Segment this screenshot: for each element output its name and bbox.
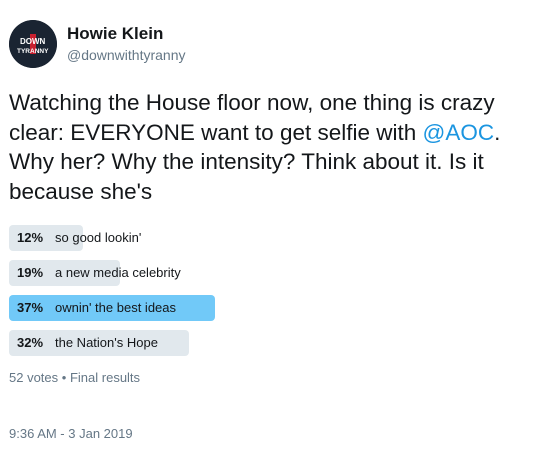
poll-option: 32% the Nation's Hope — [9, 330, 529, 356]
poll-status: Final results — [69, 370, 141, 385]
poll-label: ownin' the best ideas — [55, 300, 177, 315]
tweet: DOWN TYRANNY Howie Klein @downwithtyrann… — [0, 0, 541, 451]
poll-label: a new media celebrity — [55, 265, 181, 280]
poll-percent: 19% — [17, 265, 44, 280]
avatar-text-bottom: TYRANNY — [17, 48, 49, 55]
timestamp[interactable]: 9:36 AM - 3 Jan 2019 — [9, 426, 133, 441]
tweet-text: Watching the House floor now, one thing … — [9, 88, 534, 206]
avatar[interactable]: DOWN TYRANNY — [9, 20, 57, 68]
poll-option-text: 32% the Nation's Hope — [17, 335, 158, 350]
poll-option: 12% so good lookin' — [9, 225, 529, 251]
down-with-tyranny-logo-icon: DOWN TYRANNY — [9, 20, 57, 68]
poll-percent: 12% — [17, 230, 44, 245]
avatar-text-top: DOWN — [20, 37, 46, 46]
poll-option-text: 12% so good lookin' — [17, 230, 141, 245]
poll-label: the Nation's Hope — [55, 335, 158, 350]
poll: 12% so good lookin' 19% a new media celebr… — [9, 225, 529, 365]
poll-percent: 32% — [17, 335, 44, 350]
meta-separator: • — [61, 370, 67, 385]
author-name[interactable]: Howie Klein — [67, 24, 163, 44]
poll-meta: 52 votes • Final results — [9, 370, 140, 385]
poll-option-text: 37% ownin' the best ideas — [17, 300, 176, 315]
author-handle[interactable]: @downwithtyranny — [67, 47, 186, 63]
vote-count: 52 votes — [9, 370, 59, 385]
poll-option-winner: 37% ownin' the best ideas — [9, 295, 529, 321]
poll-label: so good lookin' — [55, 230, 142, 245]
poll-option: 19% a new media celebrity — [9, 260, 529, 286]
poll-option-text: 19% a new media celebrity — [17, 265, 181, 280]
mention-link[interactable]: @AOC — [423, 120, 495, 145]
poll-percent: 37% — [17, 300, 44, 315]
